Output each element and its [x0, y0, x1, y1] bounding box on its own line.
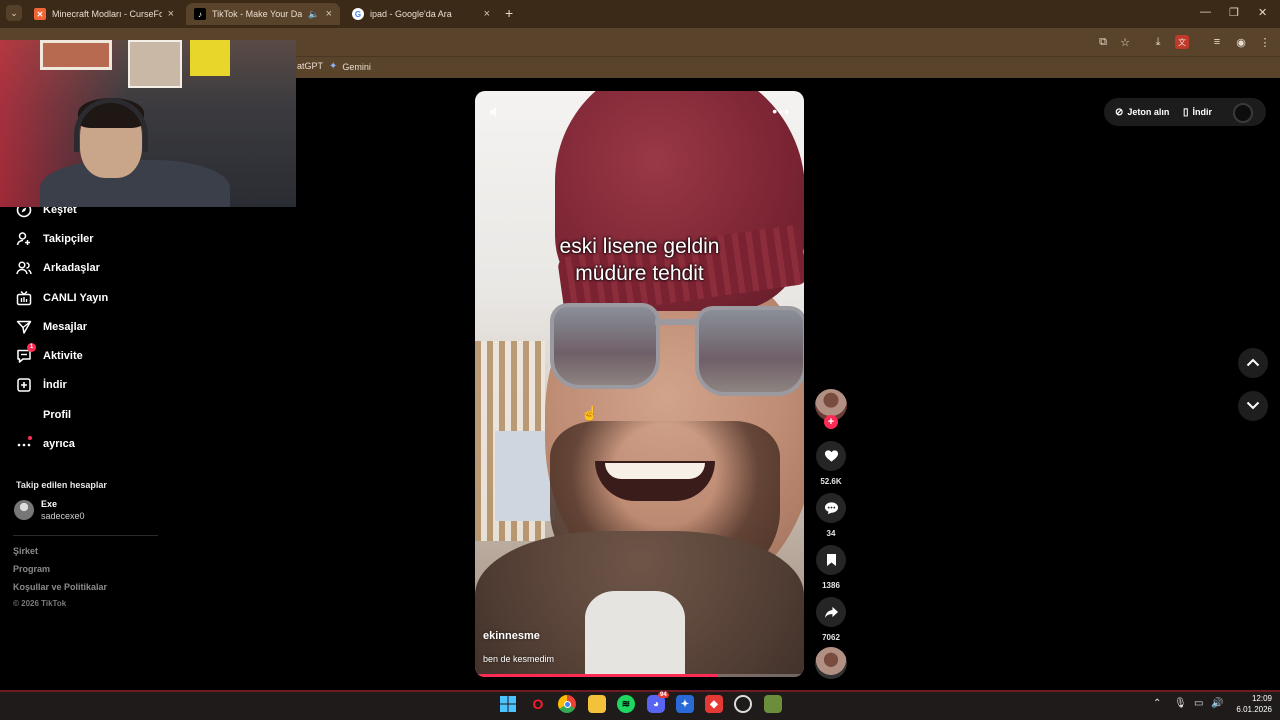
plus-box-icon — [14, 375, 34, 395]
tiktok-icon: ♪ — [194, 8, 206, 20]
sidebar-item-more[interactable]: ayrıca — [14, 433, 75, 455]
file-explorer-icon[interactable] — [588, 695, 606, 713]
share-button[interactable]: 7062 — [816, 597, 846, 642]
sidebar-item-live[interactable]: CANLI Yayın — [14, 287, 108, 309]
chrome-menu-icon[interactable]: ⋮ — [1258, 35, 1272, 49]
following-accounts-title: Takip edilen hesaplar — [16, 480, 107, 490]
gemini-icon: ✦ — [329, 61, 338, 72]
clock-app-icon[interactable] — [734, 695, 752, 713]
sidebar-item-profile[interactable]: Profil — [14, 404, 71, 426]
video-author[interactable]: ekinnesme — [483, 630, 540, 642]
download-app-button[interactable]: ▯ İndir — [1183, 103, 1212, 121]
video-player[interactable]: eski lisene geldin müdüre tehdit ••• eki… — [475, 91, 804, 677]
tab-curseforge[interactable]: ✕ Minecraft Modları - CurseForge × — [26, 3, 182, 25]
close-window-icon[interactable]: ✕ — [1258, 6, 1267, 19]
system-clock[interactable]: 12:09 6.01.2026 — [1230, 693, 1272, 715]
red-app-icon[interactable]: ◆ — [705, 695, 723, 713]
tray-chevron-up-icon[interactable]: ⌃ — [1153, 698, 1161, 709]
live-tv-icon — [14, 288, 34, 308]
chevron-up-icon — [1246, 354, 1260, 372]
bookmark-chatgpt[interactable]: atGPT — [297, 61, 323, 71]
google-icon: G — [352, 8, 364, 20]
mouse-cursor-icon: ☝ — [581, 405, 599, 421]
user-avatar[interactable] — [1233, 103, 1253, 123]
music-disc-avatar[interactable] — [815, 647, 847, 679]
sidebar-item-following[interactable]: Takipçiler — [14, 228, 94, 250]
sidebar-item-upload[interactable]: İndir — [14, 374, 67, 396]
sidebar-item-activity[interactable]: 1 Aktivite — [14, 343, 83, 367]
friends-icon — [14, 258, 34, 278]
follow-plus-icon[interactable]: + — [824, 415, 838, 429]
copyright: © 2026 TikTok — [13, 599, 67, 608]
more-options-icon[interactable]: ••• — [772, 103, 790, 119]
video-progress-bar[interactable] — [475, 674, 804, 677]
footer-link-company[interactable]: Şirket — [13, 546, 38, 556]
video-caption-overlay: eski lisene geldin müdüre tehdit — [559, 235, 720, 285]
app-icon[interactable]: ✦ — [676, 695, 694, 713]
next-video-button[interactable] — [1238, 391, 1268, 421]
profile-icon — [14, 405, 34, 425]
new-tab-icon[interactable]: + — [505, 5, 513, 21]
opera-icon[interactable]: O — [529, 695, 547, 713]
heart-icon — [816, 441, 846, 471]
spotify-icon[interactable]: ≋ — [617, 695, 635, 713]
save-button[interactable]: 1386 — [816, 545, 846, 590]
screen: ⌄ ✕ Minecraft Modları - CurseForge × ♪ T… — [0, 0, 1280, 720]
sidebar-item-messages[interactable]: Mesajlar — [14, 316, 87, 338]
webcam-overlay — [0, 40, 296, 207]
translate-extension-icon[interactable]: 文 — [1175, 35, 1189, 49]
windows-taskbar — [0, 690, 1280, 720]
avatar — [14, 500, 34, 520]
restore-icon[interactable]: ❐ — [1229, 6, 1239, 19]
video-description: ben de kesmedim — [483, 654, 555, 664]
microphone-icon[interactable]: 🎙 — [1174, 698, 1187, 709]
close-tab-icon[interactable]: × — [168, 8, 174, 20]
like-button[interactable]: 52.6K — [816, 441, 846, 486]
close-tab-icon[interactable]: × — [326, 8, 332, 20]
speaker-muted-icon[interactable] — [488, 105, 502, 119]
footer-link-program[interactable]: Program — [13, 564, 50, 574]
person-plus-icon — [14, 229, 34, 249]
following-account-item[interactable]: Exe sadecexe0 — [14, 498, 85, 522]
minecraft-icon[interactable] — [764, 695, 782, 713]
chevron-down-icon — [1246, 397, 1260, 415]
warning-sign-image — [190, 40, 230, 76]
tab-tiktok[interactable]: ♪ TikTok - Make Your Day 🔈 × — [186, 3, 340, 25]
discord-icon[interactable]: 94 ◕ — [647, 692, 669, 713]
video-progress-fill — [475, 674, 719, 677]
download-icon[interactable]: ⤓ — [1151, 35, 1165, 49]
phone-icon: ▯ — [1183, 106, 1189, 118]
bookmark-star-icon[interactable]: ☆ — [1118, 35, 1132, 49]
coin-icon: ⊘ — [1115, 106, 1124, 118]
bookmark-gemini[interactable]: ✦ Gemini — [329, 61, 371, 72]
comment-button[interactable]: 34 — [816, 493, 846, 538]
sidebar-item-friends[interactable]: Arkadaşlar — [14, 257, 100, 279]
comment-icon — [816, 493, 846, 523]
bookmark-icon — [816, 545, 846, 575]
tab-google[interactable]: G ipad - Google'da Ara × — [344, 3, 498, 25]
close-tab-icon[interactable]: × — [484, 8, 490, 20]
display-icon[interactable]: ▭ — [1194, 698, 1203, 709]
windows-start-icon[interactable] — [499, 695, 517, 713]
more-dots-icon — [14, 434, 34, 454]
send-icon — [14, 317, 34, 337]
audio-icon[interactable]: 🔈 — [308, 9, 319, 20]
install-app-icon[interactable]: ⧉ — [1096, 35, 1110, 49]
notification-badge: 1 — [27, 343, 36, 352]
minimize-icon[interactable]: — — [1200, 6, 1211, 18]
tab-search-button[interactable]: ⌄ — [6, 5, 22, 21]
profile-extension-icon[interactable]: ◉ — [1234, 35, 1248, 49]
notification-dot — [28, 436, 32, 440]
previous-video-button[interactable] — [1238, 348, 1268, 378]
sidebar-divider — [13, 535, 158, 536]
footer-link-terms[interactable]: Koşullar ve Politikalar — [13, 582, 107, 592]
chrome-icon[interactable] — [558, 695, 576, 713]
curseforge-icon: ✕ — [34, 8, 46, 20]
media-controls-icon[interactable]: ≡ — [1210, 35, 1224, 49]
share-arrow-icon — [816, 597, 846, 627]
volume-icon[interactable]: 🔊 — [1211, 698, 1223, 709]
get-coins-button[interactable]: ⊘ Jeton alın — [1115, 103, 1169, 121]
inbox-icon: 1 — [14, 343, 36, 366]
